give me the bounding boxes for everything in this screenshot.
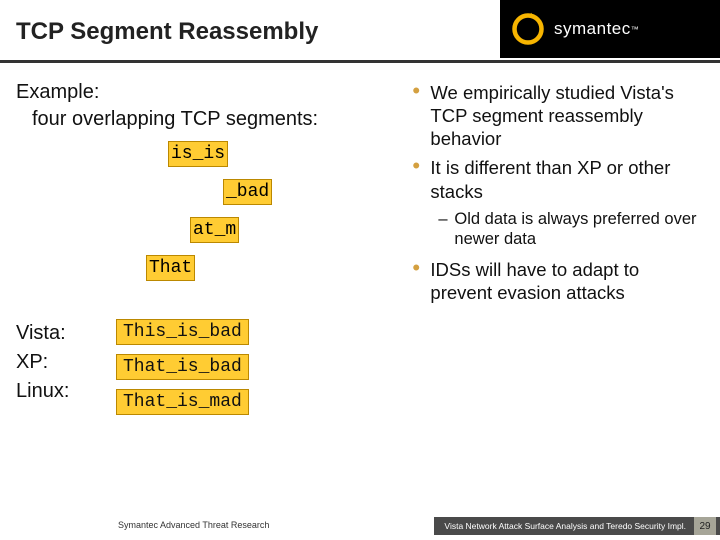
brand-logo: symantec™ xyxy=(500,0,720,58)
left-column: Example: four overlapping TCP segments: … xyxy=(16,81,410,424)
right-column: We empirically studied Vista's TCP segme… xyxy=(410,81,700,424)
bullet-list: We empirically studied Vista's TCP segme… xyxy=(410,81,700,304)
slide-header: TCP Segment Reassembly symantec™ xyxy=(0,0,720,63)
result-os-labels: Vista: XP: Linux: xyxy=(16,319,116,424)
results-block: Vista: XP: Linux: This_is_bad That_is_ba… xyxy=(16,319,410,424)
segment-box: _bad xyxy=(223,179,272,205)
bullet-subitem: Old data is always preferred over newer … xyxy=(410,209,700,250)
bullet-item: It is different than XP or other stacks xyxy=(410,156,700,202)
segment-box: at_m xyxy=(190,217,239,243)
example-heading: Example: xyxy=(16,81,410,104)
content-area: Example: four overlapping TCP segments: … xyxy=(0,63,720,424)
footer-right: Vista Network Attack Surface Analysis an… xyxy=(434,517,720,535)
bullet-item: We empirically studied Vista's TCP segme… xyxy=(410,81,700,150)
bullet-item: IDSs will have to adapt to prevent evasi… xyxy=(410,258,700,304)
example-subheading: four overlapping TCP segments: xyxy=(32,108,410,131)
result-os: Vista: xyxy=(16,319,116,348)
footer-left: Symantec Advanced Threat Research xyxy=(118,520,269,530)
segment-box: That xyxy=(146,255,195,281)
logo-text: symantec xyxy=(554,19,631,39)
result-value: This_is_bad xyxy=(116,319,249,345)
logo-icon xyxy=(510,11,546,47)
result-os: XP: xyxy=(16,348,116,377)
footer-right-text: Vista Network Attack Surface Analysis an… xyxy=(444,521,686,531)
segment-diagram: is_is _bad at_m That xyxy=(22,141,392,311)
segment-box: is_is xyxy=(168,141,228,167)
result-value: That_is_bad xyxy=(116,354,249,380)
logo-tm: ™ xyxy=(631,25,639,34)
page-number: 29 xyxy=(694,517,716,535)
result-value: That_is_mad xyxy=(116,389,249,415)
result-values: This_is_bad That_is_bad That_is_mad xyxy=(116,319,249,424)
result-os: Linux: xyxy=(16,377,116,406)
